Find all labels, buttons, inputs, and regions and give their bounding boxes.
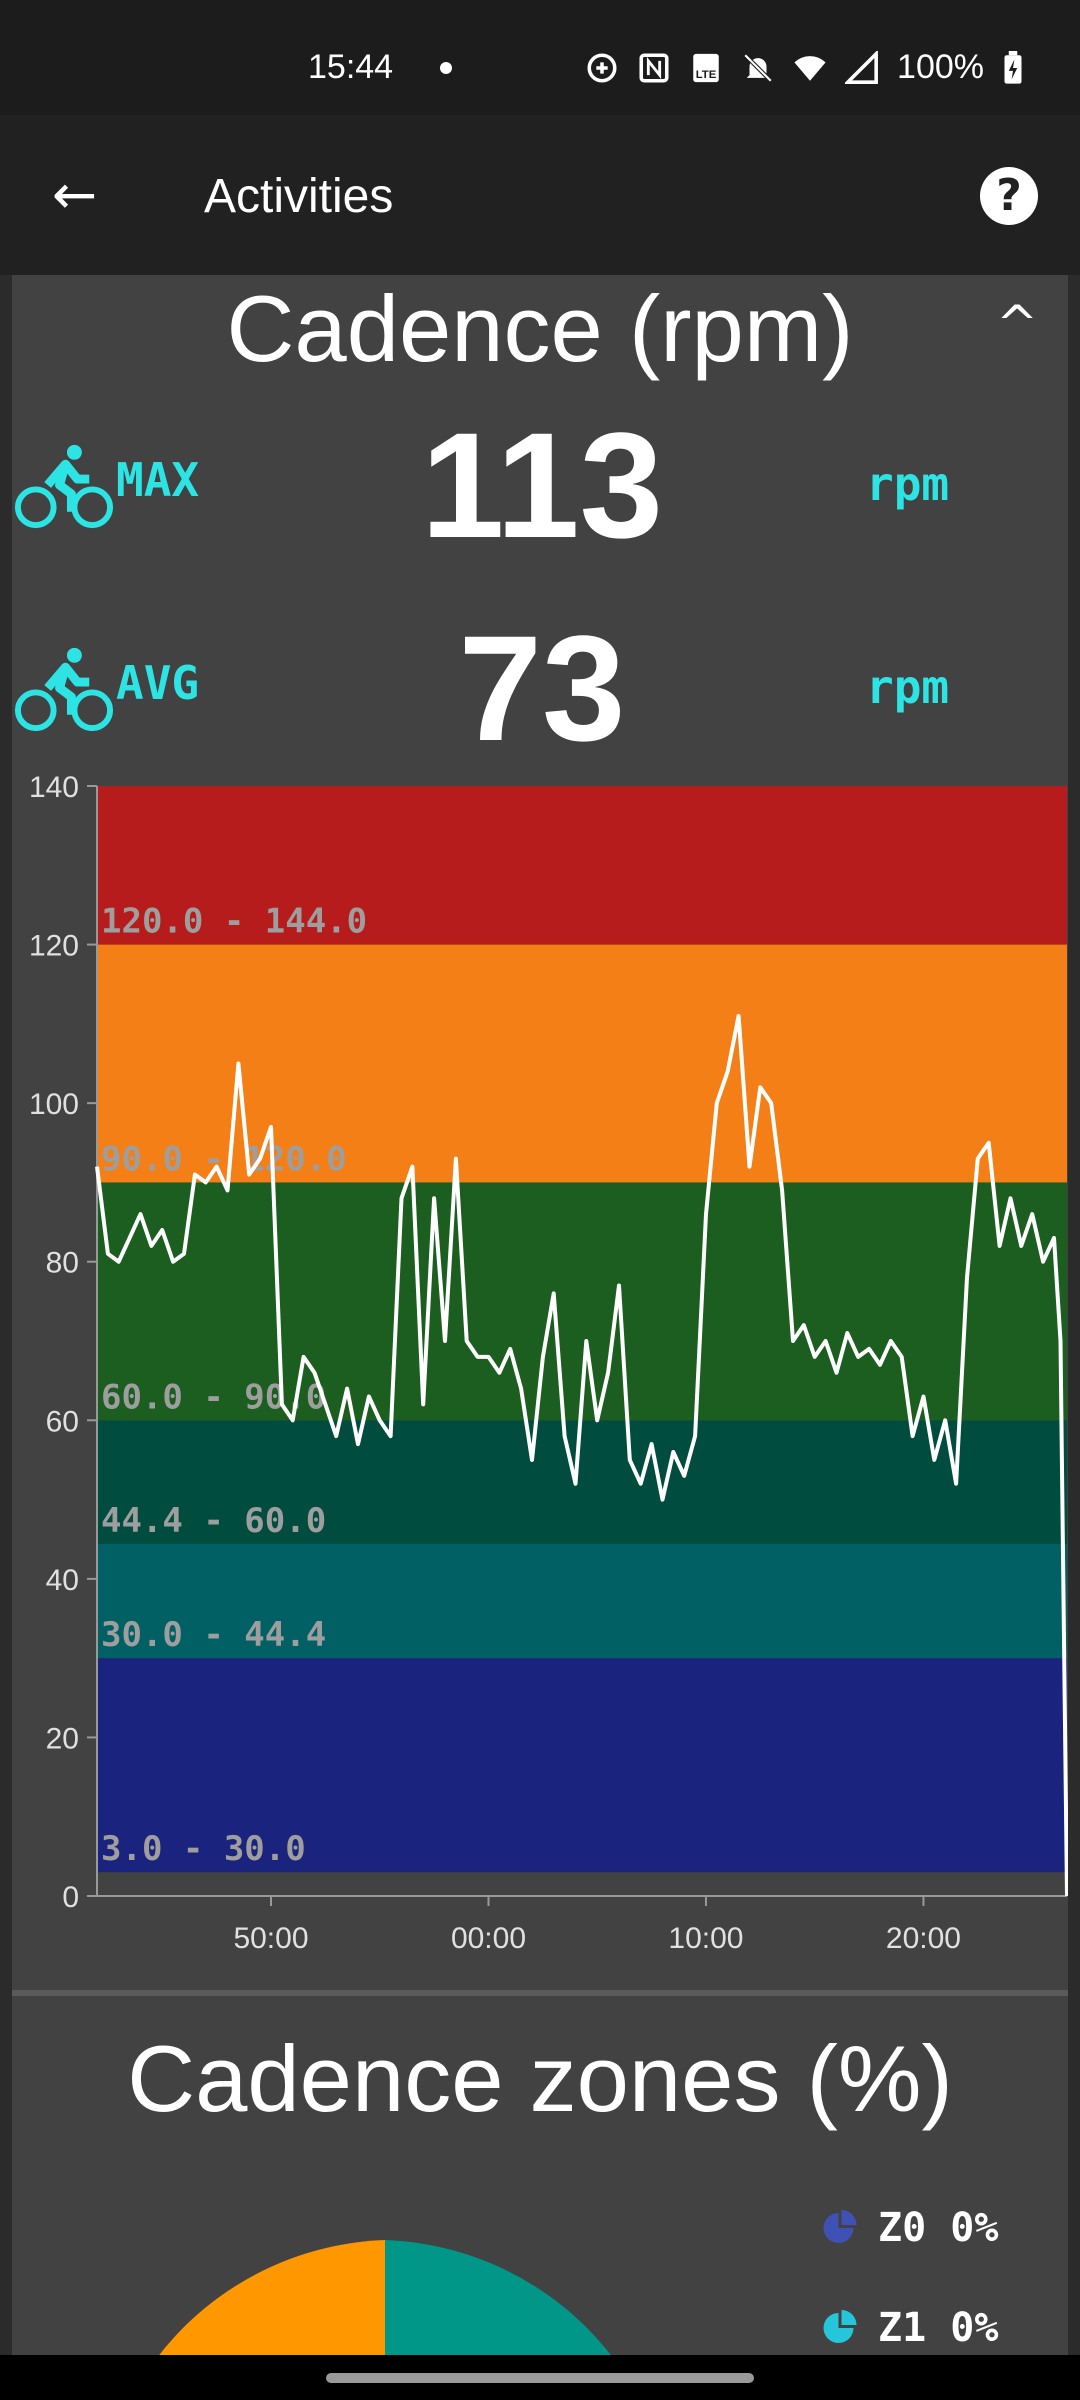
bell-off-icon — [743, 53, 773, 82]
legend-item-z0: Z0 0% — [822, 2205, 998, 2251]
zones-title: Cadence zones (%) — [127, 2026, 953, 2131]
x-tick-label: 00:00 — [451, 1922, 526, 1955]
zone-label: 90.0 - 120.0 — [101, 1139, 347, 1179]
zone-label: 120.0 - 144.0 — [101, 902, 367, 942]
volte-icon: LTE — [693, 53, 719, 82]
help-circle-icon[interactable]: ? — [980, 167, 1038, 225]
zone-label: 3.0 - 30.0 — [101, 1829, 306, 1869]
wifi-icon — [794, 55, 826, 81]
legend-label: Z1 0% — [878, 2305, 999, 2351]
notification-dot-icon — [440, 62, 452, 74]
pie-icon — [823, 2210, 857, 2243]
zone-label: 30.0 - 44.4 — [101, 1615, 326, 1655]
pie-slice-orange — [155, 2240, 385, 2360]
signal-icon — [845, 50, 878, 84]
nfc-icon — [639, 52, 669, 83]
cadence-chart: 3.0 - 30.030.0 - 44.444.4 - 60.060.0 - 9… — [29, 771, 1068, 1955]
y-tick-label: 40 — [46, 1564, 79, 1597]
status-time: 15:44 — [308, 48, 394, 86]
home-gesture-handle[interactable] — [326, 2373, 754, 2383]
y-tick-label: 100 — [29, 1088, 79, 1121]
x-tick-label: 20:00 — [886, 1922, 961, 1955]
cadence-card: Cadence (rpm) ^ MAX 113 rpm AVG 73 rpm 3… — [12, 275, 1068, 2360]
y-tick-label: 80 — [46, 1247, 79, 1280]
y-tick-label: 20 — [46, 1722, 79, 1755]
divider — [12, 1990, 1068, 1996]
x-tick-label: 50:00 — [233, 1922, 308, 1955]
legend-item-z1: Z1 0% — [822, 2305, 998, 2351]
y-tick-label: 140 — [29, 771, 79, 804]
x-tick-label: 10:00 — [668, 1922, 743, 1955]
pie-icon — [823, 2310, 857, 2343]
y-tick-label: 60 — [46, 1405, 79, 1438]
page-title: Activities — [204, 170, 394, 223]
legend-label: Z0 0% — [878, 2205, 999, 2251]
arrow-left-icon[interactable]: ← — [52, 167, 97, 223]
zones-pie-chart — [155, 2240, 615, 2360]
y-tick-label: 120 — [29, 930, 79, 963]
y-tick-label: 0 — [62, 1881, 79, 1914]
app-bar: ← Activities ? — [0, 115, 1080, 275]
data-saver-icon — [587, 52, 617, 83]
svg-text:LTE: LTE — [696, 68, 717, 80]
status-bar: 15:44 LTE 100% — [0, 0, 1080, 115]
zone-label: 44.4 - 60.0 — [101, 1501, 326, 1541]
pie-slice-teal — [385, 2240, 615, 2360]
battery-charging-icon — [1004, 50, 1022, 84]
navigation-bar — [0, 2355, 1080, 2400]
battery-percent: 100% — [897, 48, 984, 86]
